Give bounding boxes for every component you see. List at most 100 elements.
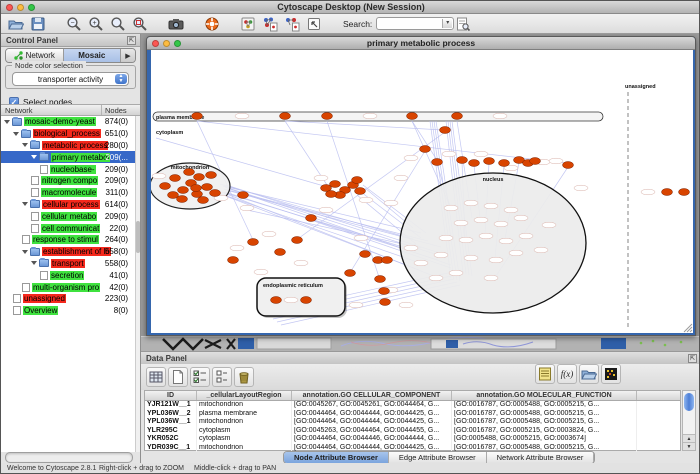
table-row[interactable]: YPL036W__2plasma membrane[GO:0044464, GO… <box>145 410 680 419</box>
table-row[interactable]: YKR052Ccytoplasm[GO:0044464, GO:0044446,… <box>145 435 680 444</box>
network-node[interactable] <box>168 192 179 199</box>
network-node[interactable] <box>301 297 312 304</box>
attribute-editor-icon[interactable] <box>535 364 555 384</box>
zoom-out-icon[interactable]: − <box>65 15 83 33</box>
tree-row-metabolic-process[interactable]: metabolic process280(0) <box>1 140 135 152</box>
network-node[interactable] <box>292 237 303 244</box>
column-header-1[interactable]: _cellularLayoutRegion <box>197 391 292 400</box>
column-header-0[interactable]: ID <box>145 391 197 400</box>
save-icon[interactable] <box>29 15 47 33</box>
tree-row-biological-process[interactable]: biological_process651(0) <box>1 128 135 140</box>
column-header-3[interactable]: annotation.GO MOLECULAR_FUNCTION <box>452 391 637 400</box>
network-node[interactable] <box>280 113 291 120</box>
scroll-up-icon[interactable]: ▲ <box>683 434 695 442</box>
unselect-attributes-icon[interactable] <box>212 367 232 387</box>
network-view-titlebar[interactable]: primary metabolic process <box>147 37 695 50</box>
table-cell[interactable]: mitochondrion <box>197 444 292 453</box>
network-node[interactable] <box>530 158 541 165</box>
table-cell[interactable]: plasma membrane <box>197 410 292 419</box>
vizmapper-icon[interactable] <box>239 15 257 33</box>
network-view-zoom-icon[interactable] <box>174 40 181 47</box>
tree-row-establishment-of-lo[interactable]: establishment of lo558(0) <box>1 246 135 258</box>
hide-selected-edges-icon[interactable] <box>283 15 301 33</box>
resize-grip-icon[interactable] <box>684 324 692 332</box>
import-attributes-icon[interactable] <box>579 364 599 384</box>
tree-row-response-to-stimul[interactable]: response to stimul264(0) <box>1 234 135 246</box>
tree-row-mosaic-demo-yeast[interactable]: mosaic-demo-yeast874(0) <box>1 116 135 128</box>
table-cell[interactable]: [GO:0016787, GO:0005488, GO:0005215, G..… <box>452 401 637 410</box>
tree-scrollbar[interactable] <box>135 116 140 452</box>
search-dropdown-icon[interactable]: ▾ <box>442 19 452 28</box>
network-node[interactable] <box>194 174 205 181</box>
tree-row-macromolecule[interactable]: macromolecule311(0) <box>1 187 135 199</box>
table-cell[interactable]: cytoplasm <box>197 427 292 436</box>
zoom-fit-icon[interactable] <box>109 15 127 33</box>
network-node[interactable] <box>420 146 431 153</box>
tree-header-network[interactable]: Network <box>1 105 102 115</box>
table-cell[interactable]: [GO:0044464, GO:0044444, GO:0044425, G..… <box>292 418 452 427</box>
tab-overflow-icon[interactable]: ▶ <box>121 49 135 62</box>
tree-row-primary-metabol[interactable]: primary metabol209(... <box>1 151 135 163</box>
zoom-window-icon[interactable] <box>28 4 35 11</box>
network-view-minimize-icon[interactable] <box>163 40 170 47</box>
network-node[interactable] <box>440 127 451 134</box>
network-node[interactable] <box>170 175 181 182</box>
network-node[interactable] <box>452 113 463 120</box>
disclosure-triangle-icon[interactable] <box>22 202 28 206</box>
annotation-icon[interactable] <box>305 15 323 33</box>
tab-node-attribute-browser[interactable]: Node Attribute Browser <box>284 452 389 463</box>
network-node[interactable] <box>375 276 386 283</box>
table-cell[interactable]: YDR039C__1 <box>145 444 197 453</box>
table-cell[interactable]: YPL036W__1 <box>145 418 197 427</box>
network-node[interactable] <box>184 169 195 176</box>
zoom-selected-icon[interactable] <box>131 15 149 33</box>
table-cell[interactable]: [GO:0016787, GO:0005488, GO:0005215, G..… <box>452 410 637 419</box>
network-node[interactable] <box>271 297 282 304</box>
tree-row-cell-communicat[interactable]: cell communicat22(0) <box>1 222 135 234</box>
network-node[interactable] <box>360 251 371 258</box>
network-node[interactable] <box>306 215 317 222</box>
network-node[interactable] <box>499 160 510 167</box>
disclosure-triangle-icon[interactable] <box>31 261 37 265</box>
tree-row-overview[interactable]: Overview8(0) <box>1 305 135 317</box>
network-node[interactable] <box>202 184 213 191</box>
table-scrollbar-thumb[interactable] <box>684 393 694 411</box>
network-node[interactable] <box>248 239 259 246</box>
network-node[interactable] <box>160 183 171 190</box>
network-node[interactable] <box>382 257 393 264</box>
tree-row-cellular-process[interactable]: cellular process614(0) <box>1 199 135 211</box>
network-node[interactable] <box>484 158 495 165</box>
network-node[interactable] <box>469 160 480 167</box>
tree-header-nodes[interactable]: Nodes <box>102 105 140 115</box>
network-node[interactable] <box>275 249 286 256</box>
network-canvas[interactable]: plasma membranecytoplasmmitochondrionnuc… <box>151 50 693 333</box>
network-node[interactable] <box>563 162 574 169</box>
table-row[interactable]: YPL036W__1mitochondrion[GO:0044464, GO:0… <box>145 418 680 427</box>
background-window-strip[interactable] <box>141 336 700 351</box>
table-cell[interactable]: mitochondrion <box>197 401 292 410</box>
disclosure-triangle-icon[interactable] <box>22 143 28 147</box>
table-cell[interactable]: [GO:0016787, GO:0005488, GO:0005215, G..… <box>452 418 637 427</box>
disclosure-triangle-icon[interactable] <box>22 250 28 254</box>
search-input[interactable]: ▾ <box>376 17 454 30</box>
disclosure-triangle-icon[interactable] <box>31 155 37 159</box>
table-cell[interactable]: [GO:0044464, GO:0044444, GO:0044425, G..… <box>292 410 452 419</box>
table-cell[interactable]: YPL036W__2 <box>145 410 197 419</box>
network-node[interactable] <box>191 185 202 192</box>
network-node[interactable] <box>238 192 249 199</box>
tab-network-attribute-browser[interactable]: Network Attribute Browser <box>487 452 595 463</box>
disclosure-triangle-icon[interactable] <box>13 132 19 136</box>
network-node[interactable] <box>192 113 203 120</box>
table-cell[interactable]: [GO:0016787, GO:0005215, GO:0003824, G..… <box>452 427 637 436</box>
tree-row-nitrogen-compo[interactable]: nitrogen compo209(0) <box>1 175 135 187</box>
table-cell[interactable]: mitochondrion <box>197 418 292 427</box>
table-cell[interactable]: [GO:0045267, GO:0045261, GO:0044464, G..… <box>292 401 452 410</box>
node-color-dropdown[interactable]: transporter activity ▲▼ <box>12 72 129 86</box>
network-node[interactable] <box>322 113 333 120</box>
network-node[interactable] <box>178 187 189 194</box>
network-node[interactable] <box>326 191 337 198</box>
tree-row-multi-organism-pro[interactable]: multi-organism pro42(0) <box>1 281 135 293</box>
tree-row-nucleobase-[interactable]: nucleobase-209(0) <box>1 163 135 175</box>
table-cell[interactable]: [GO:0044464, GO:0044446, GO:0044444, G..… <box>292 435 452 444</box>
table-cell[interactable]: YKR052C <box>145 435 197 444</box>
